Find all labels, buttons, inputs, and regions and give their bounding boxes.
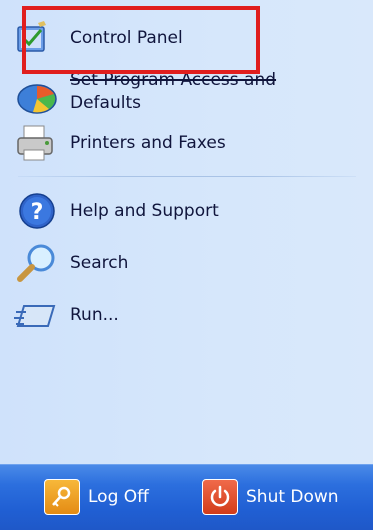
program-access-label-line2: Defaults [70, 93, 141, 113]
help-support-label: Help and Support [70, 201, 219, 221]
control-panel-icon [17, 21, 46, 52]
shut-down-label: Shut Down [246, 487, 339, 507]
help-icon: ? [19, 193, 55, 229]
log-off-label: Log Off [88, 487, 149, 507]
printer-icon [17, 125, 53, 161]
run-icon [14, 305, 56, 327]
log-off-button[interactable]: Log Off [44, 478, 149, 516]
search-label: Search [70, 253, 129, 273]
run-label: Run... [70, 305, 119, 325]
control-panel-label: Control Panel [70, 28, 183, 48]
program-access-label-line1: Set Program Access and [70, 70, 277, 90]
svg-text:?: ? [31, 200, 44, 225]
start-menu-right-panel: Control Panel Set Program Access and Def… [0, 0, 373, 464]
shut-down-button[interactable]: Shut Down [202, 478, 339, 516]
menu-separator [18, 176, 356, 177]
search-icon [17, 244, 55, 282]
program-access-icon [17, 84, 57, 114]
key-icon [44, 479, 80, 515]
power-icon [202, 479, 238, 515]
printers-faxes-label: Printers and Faxes [70, 133, 226, 153]
start-menu-footer: Log Off Shut Down [0, 464, 373, 530]
